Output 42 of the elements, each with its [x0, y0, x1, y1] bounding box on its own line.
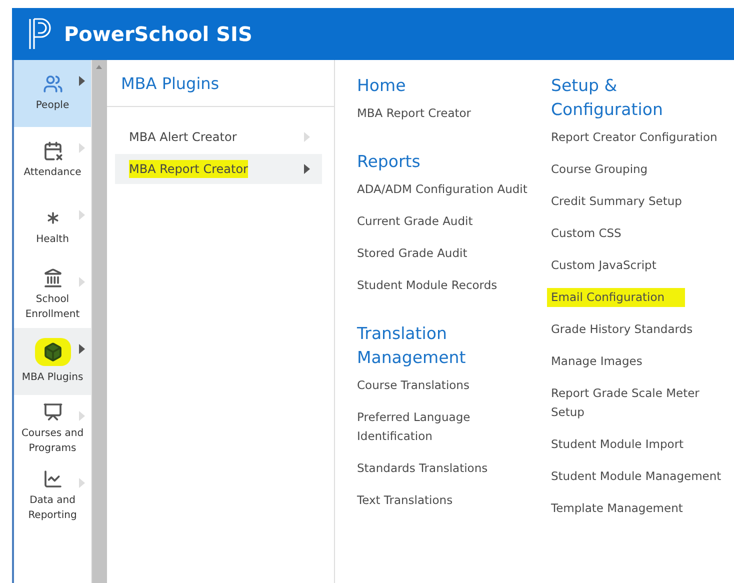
- menu-link[interactable]: Report Creator Configuration: [551, 128, 718, 147]
- app-title: PowerSchool SIS: [64, 22, 252, 46]
- menu-link[interactable]: ADA/ADM Configuration Audit: [357, 180, 528, 199]
- scrollbar[interactable]: [91, 60, 107, 583]
- menu-link[interactable]: Grade History Standards: [551, 320, 693, 339]
- caret-icon: [79, 344, 85, 354]
- menu-link[interactable]: Course Grouping: [551, 160, 648, 179]
- sidebar-item[interactable]: MBA Plugins: [14, 328, 91, 395]
- sidebar-item[interactable]: People: [14, 60, 91, 127]
- caret-icon: [79, 143, 85, 153]
- menu-link[interactable]: Credit Summary Setup: [551, 192, 682, 211]
- caret-icon: [79, 411, 85, 421]
- menu-link[interactable]: Stored Grade Audit: [357, 244, 468, 263]
- menu-link[interactable]: Template Management: [551, 499, 683, 518]
- menu-link[interactable]: Current Grade Audit: [357, 212, 473, 231]
- panel-title: MBA Plugins: [121, 74, 220, 92]
- menu-link[interactable]: Course Translations: [357, 376, 470, 395]
- menu-link[interactable]: Manage Images: [551, 352, 642, 371]
- caret-icon: [79, 277, 85, 287]
- section-heading: Setup & Configuration: [551, 75, 664, 121]
- menu-link[interactable]: Email Configuration: [547, 288, 685, 307]
- menu-link[interactable]: Report Grade Scale Meter Setup: [551, 384, 727, 422]
- section-heading: Translation Management: [357, 323, 467, 369]
- menu-link[interactable]: Student Module Management: [551, 467, 722, 486]
- submenu-item[interactable]: MBA Alert Creator: [115, 122, 322, 152]
- menu-link[interactable]: Text Translations: [357, 491, 453, 510]
- menu-link[interactable]: Student Module Records: [357, 276, 498, 295]
- caret-icon: [79, 478, 85, 488]
- menu-link[interactable]: Custom CSS: [551, 224, 622, 243]
- menu-link[interactable]: Custom JavaScript: [551, 256, 656, 275]
- logo-icon: [28, 17, 54, 51]
- submenu-item[interactable]: MBA Report Creator: [115, 154, 322, 184]
- section-heading: Home: [357, 75, 407, 97]
- menu-link[interactable]: Standards Translations: [357, 459, 488, 478]
- caret-icon: [304, 164, 310, 174]
- section-heading: Reports: [357, 151, 422, 173]
- caret-icon: [79, 76, 85, 86]
- caret-icon: [79, 210, 85, 220]
- caret-icon: [304, 132, 310, 142]
- menu-link[interactable]: MBA Report Creator: [357, 104, 472, 123]
- menu-link[interactable]: Student Module Import: [551, 435, 684, 454]
- menu-link[interactable]: Preferred Language Identification: [357, 408, 529, 446]
